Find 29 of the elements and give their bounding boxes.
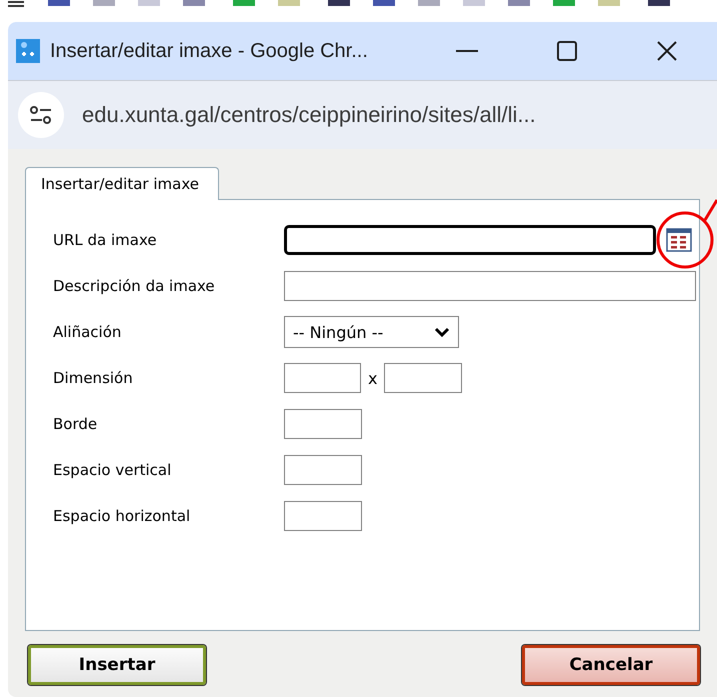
number-input-field[interactable]	[284, 409, 362, 439]
close-icon	[656, 40, 678, 62]
width-input-field[interactable]	[284, 363, 361, 393]
window-title: Insertar/editar imaxe - Google Chr...	[50, 40, 368, 62]
field-label: Espacio horizontal	[53, 507, 192, 525]
number-input-field[interactable]	[284, 501, 362, 531]
field-label: Espacio vertical	[53, 461, 172, 479]
alignment-dropdown[interactable]: -- Ningún --	[284, 316, 459, 348]
chevron-down-icon	[434, 327, 450, 337]
field-label: Descripción da imaxe	[53, 277, 216, 295]
minimize-icon	[456, 50, 478, 52]
dimension-separator: x	[368, 368, 378, 388]
dialog-tab[interactable]: Insertar/editar imaxe	[25, 167, 219, 200]
field-label: Borde	[53, 415, 98, 433]
maximize-icon	[557, 41, 577, 61]
sliders-icon	[29, 105, 53, 125]
browse-icon[interactable]	[666, 228, 692, 252]
insert-button[interactable]: Insertar	[28, 645, 206, 685]
height-input-field[interactable]	[384, 363, 462, 393]
url-input-field[interactable]	[284, 225, 656, 255]
field-label: Dimensión	[53, 369, 134, 387]
number-input-field[interactable]	[284, 455, 362, 485]
site-info-button[interactable]	[18, 92, 64, 138]
app-icon	[16, 39, 40, 63]
cancel-button[interactable]: Cancelar	[522, 645, 700, 685]
text-input-field[interactable]	[284, 271, 696, 301]
address-url: edu.xunta.gal/centros/ceippineirino/sites/all/li...	[82, 102, 536, 128]
field-label: URL da imaxe	[53, 231, 158, 249]
field-label: Aliñación	[53, 323, 122, 341]
